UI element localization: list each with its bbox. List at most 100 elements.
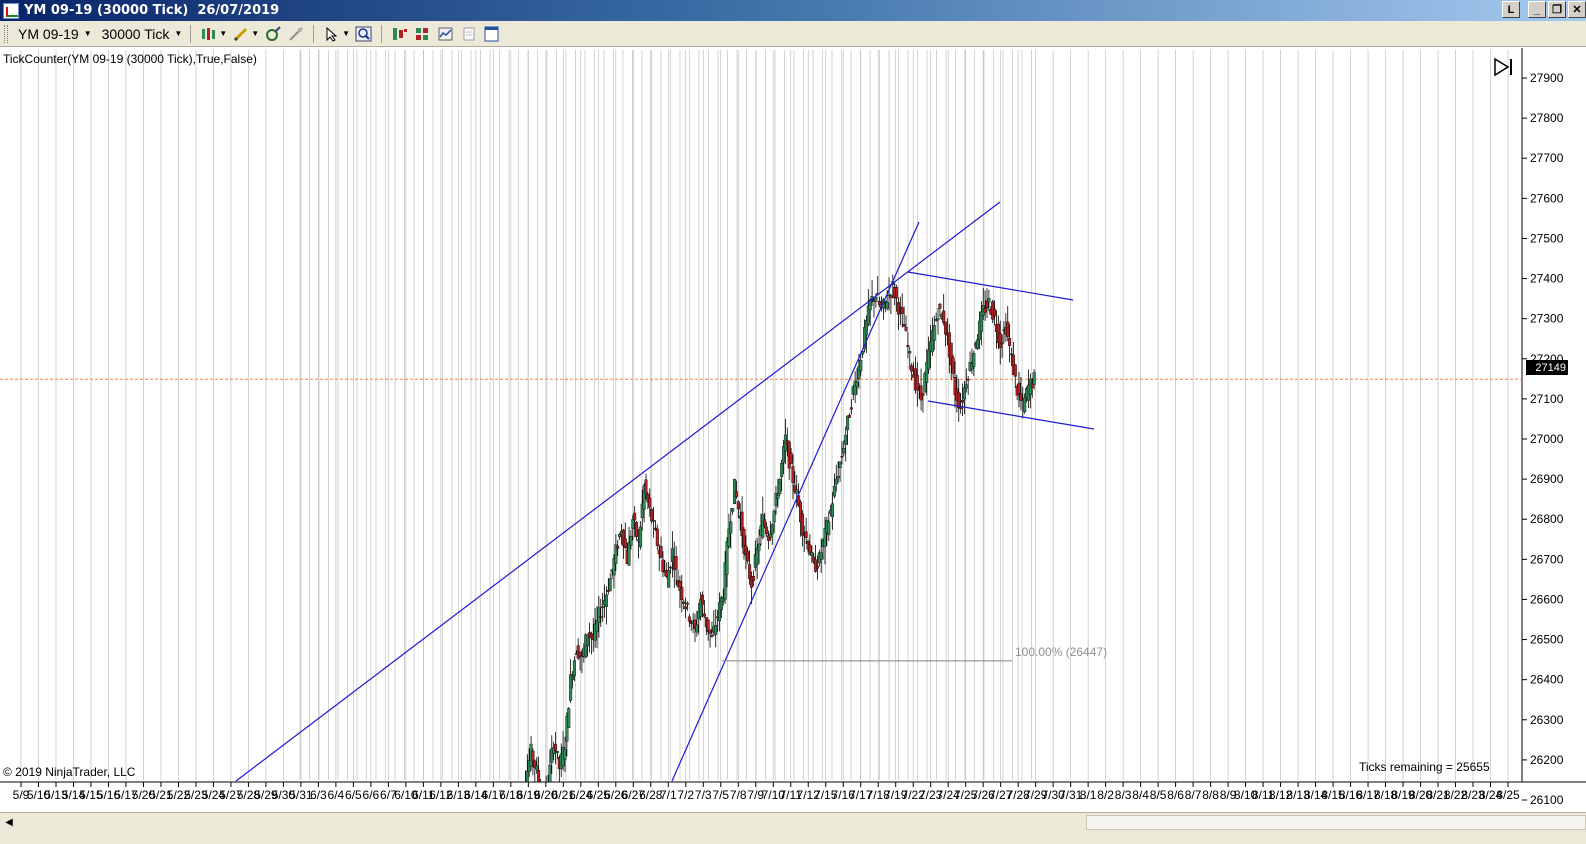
candle-body	[966, 378, 970, 381]
scroll-to-end-button[interactable]	[1492, 56, 1514, 78]
period-selector[interactable]: 30000 Tick ▼	[102, 26, 183, 42]
data-box-icon[interactable]	[391, 25, 409, 43]
window-title-bar[interactable]: YM 09-19 (30000 Tick) 26/07/2019 L _ ❐ ✕	[0, 0, 1586, 21]
candle-body	[702, 613, 706, 617]
candle-body	[708, 629, 712, 634]
candle-body	[729, 521, 733, 534]
date-tick-label: 7/5	[712, 788, 729, 802]
candle-body	[819, 552, 823, 560]
period-label: 30000 Tick	[101, 25, 170, 42]
candle-body	[919, 385, 923, 401]
chevron-down-icon[interactable]: ▼	[219, 29, 227, 38]
ticks-remaining-label: Ticks remaining = 25655	[1359, 760, 1490, 774]
candle-body	[597, 607, 601, 623]
candle-body	[832, 485, 836, 497]
candle-body	[983, 308, 987, 313]
candle-body	[921, 393, 925, 396]
candle-body	[604, 594, 608, 607]
candle-body	[900, 307, 904, 314]
candle-body	[687, 616, 691, 622]
pointer-icon[interactable]	[323, 25, 341, 43]
candle-body	[910, 365, 914, 372]
toolbar-grip[interactable]	[4, 24, 8, 43]
date-tick-label: 7/8	[730, 788, 747, 802]
candle-body	[842, 448, 846, 454]
draw-pencil-icon[interactable]	[232, 25, 250, 43]
window-icon[interactable]	[483, 25, 501, 43]
candle-body	[836, 475, 840, 479]
trendline	[235, 201, 1001, 782]
candle-body	[847, 415, 851, 418]
chevron-down-icon[interactable]: ▼	[342, 29, 350, 38]
date-tick-label: 6/5	[345, 788, 362, 802]
price-tick-label: 27800	[1530, 111, 1564, 125]
price-tick-label: 26600	[1530, 592, 1564, 606]
candle-body	[776, 495, 780, 499]
horizontal-scrollbar[interactable]: ◀	[0, 812, 1586, 832]
candle-body	[682, 601, 686, 604]
candle-body	[668, 566, 672, 569]
candle-body	[951, 357, 955, 374]
candle-body	[554, 744, 558, 752]
template-icon[interactable]	[460, 25, 478, 43]
close-button[interactable]: ✕	[1568, 1, 1586, 18]
date-tick-label: 7/2	[677, 788, 694, 802]
candle-body	[906, 345, 910, 348]
date-tick-label: 8/4	[1132, 788, 1149, 802]
indicator-label: TickCounter(YM 09-19 (30000 Tick),True,F…	[3, 52, 257, 66]
candle-body	[661, 559, 665, 572]
candle-body	[961, 400, 965, 403]
candle-body	[680, 587, 684, 601]
candle-body	[623, 538, 627, 548]
candle-body	[772, 510, 776, 523]
scrollbar-thumb[interactable]	[1086, 815, 1586, 830]
price-chart[interactable]: 2790027800277002760027500274002730027200…	[0, 48, 1586, 836]
candle-body	[1023, 397, 1027, 413]
price-tick-label: 27500	[1530, 231, 1564, 245]
candle-body	[840, 456, 844, 458]
last-price-marker: 27149	[1526, 360, 1568, 375]
candle-body	[1000, 342, 1004, 345]
restore-button[interactable]: ❐	[1548, 1, 1566, 18]
chevron-down-icon[interactable]: ▼	[251, 29, 259, 38]
candle-body	[1017, 382, 1021, 394]
scroll-left-arrow-icon[interactable]: ◀	[2, 815, 16, 830]
indicator-icon[interactable]	[264, 25, 282, 43]
zoom-icon[interactable]	[355, 25, 373, 43]
candle-body	[944, 321, 948, 335]
date-tick-label: 8/1	[1080, 788, 1097, 802]
candle-body	[761, 514, 765, 538]
candle-body	[627, 542, 631, 566]
candle-body	[878, 301, 882, 305]
price-tick-label: 26700	[1530, 552, 1564, 566]
candle-body	[616, 545, 620, 549]
candle-body	[629, 535, 633, 546]
price-tick-label: 26400	[1530, 673, 1564, 687]
link-button[interactable]: L	[1502, 1, 1520, 18]
date-tick-label: 8/2	[1097, 788, 1114, 802]
candle-body	[780, 463, 784, 478]
candle-body	[695, 624, 699, 633]
instrument-selector[interactable]: YM 09-19 ▼	[18, 26, 92, 42]
candle-body	[942, 310, 946, 323]
strategy-icon[interactable]	[287, 25, 305, 43]
chart-trader-icon[interactable]	[414, 25, 432, 43]
candle-body	[987, 298, 991, 303]
candle-body	[731, 508, 735, 512]
properties-icon[interactable]	[437, 25, 455, 43]
chart-toolbar: YM 09-19 ▼ 30000 Tick ▼ ▼ ▼ ▼	[0, 21, 1586, 47]
date-tick-label: 6/4	[328, 788, 345, 802]
bars-type-icon[interactable]	[200, 25, 218, 43]
candle-body	[635, 522, 639, 537]
price-tick-label: 26900	[1530, 472, 1564, 486]
candle-body	[1008, 337, 1012, 347]
candle-body	[855, 381, 859, 387]
candle-body	[895, 286, 899, 299]
chart-panel[interactable]: 27900 27800 27700 27600 27500 27400 27300 27200…	[0, 48, 1586, 836]
minimize-button[interactable]: _	[1528, 1, 1546, 18]
price-tick-label: 26800	[1530, 512, 1564, 526]
candle-body	[827, 521, 831, 536]
candle-body	[936, 318, 940, 321]
trendline	[671, 221, 920, 782]
candle-body	[838, 462, 842, 469]
